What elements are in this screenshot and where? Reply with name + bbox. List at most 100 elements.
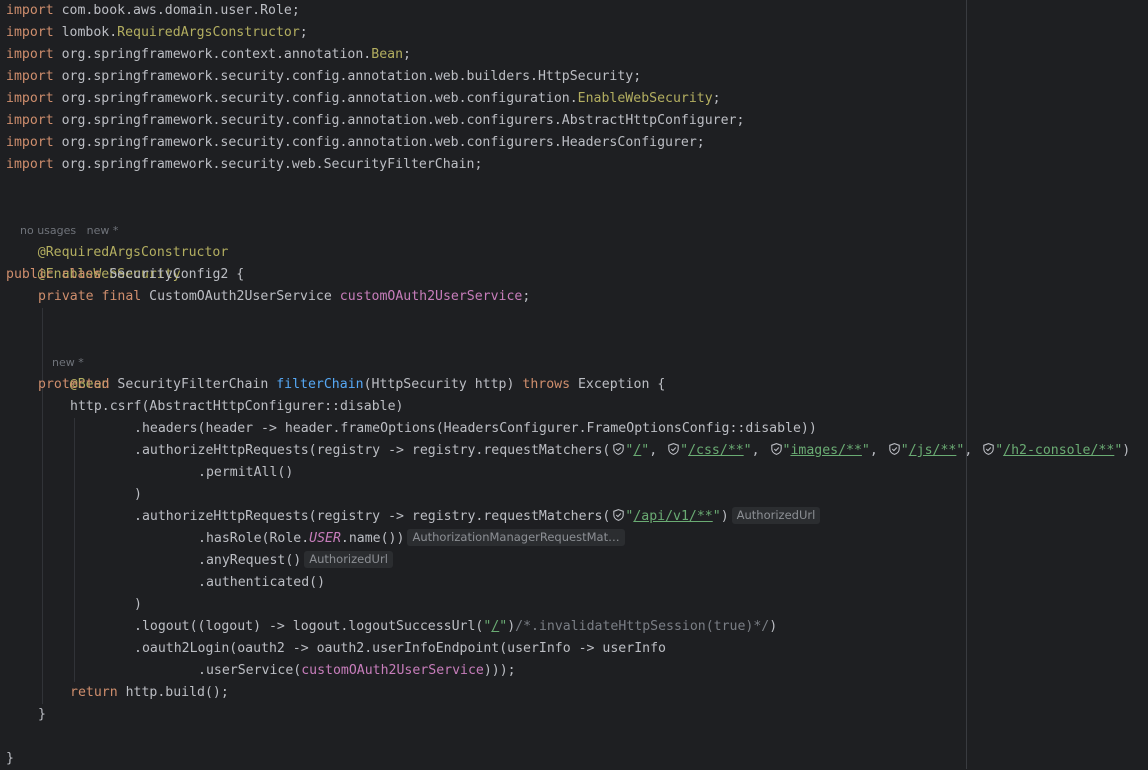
import-package: org.springframework.security.config.anno… bbox=[61, 113, 562, 128]
exception-type: Exception { bbox=[577, 377, 666, 392]
url-pattern[interactable]: /css/** bbox=[688, 443, 744, 458]
method-author-hint[interactable]: new * bbox=[38, 330, 84, 369]
role-constant: USER bbox=[309, 531, 341, 546]
import-package: lombok. bbox=[61, 25, 118, 40]
shield-check-icon[interactable] bbox=[613, 507, 625, 521]
close-paren: ) bbox=[1122, 443, 1131, 458]
code-line: .logout((logout) -> logout.logoutSuccess… bbox=[134, 619, 778, 634]
url-pattern[interactable]: /api/v1/** bbox=[633, 509, 712, 524]
close-paren: ) bbox=[507, 619, 516, 634]
import-keyword: import bbox=[6, 25, 54, 40]
code-line: .oauth2Login(oauth2 -> oauth2.userInfoEn… bbox=[134, 638, 666, 660]
import-class: Role bbox=[260, 3, 292, 18]
type-inlay-hint[interactable]: AuthorizedUrl bbox=[304, 551, 393, 568]
code-line: .permitAll() bbox=[198, 462, 293, 484]
close-paren: ) bbox=[769, 619, 778, 634]
import-class: AbstractHttpConfigurer bbox=[561, 113, 737, 128]
code-line: .authenticated() bbox=[198, 572, 325, 594]
class-usage-hint[interactable]: no usages new * bbox=[6, 198, 118, 237]
close-paren: ) bbox=[720, 509, 729, 524]
close-paren: ) bbox=[134, 597, 142, 612]
authorize-call: .authorizeHttpRequests(registry -> regis… bbox=[134, 509, 611, 524]
method-modifier: protected bbox=[38, 377, 110, 392]
type-inlay-hint[interactable]: AuthorizedUrl bbox=[731, 507, 821, 524]
field-type: CustomOAuth2UserService bbox=[149, 289, 332, 304]
shield-check-icon[interactable] bbox=[983, 441, 994, 455]
user-service-call: .userService( bbox=[198, 663, 302, 678]
import-class: HttpSecurity bbox=[537, 69, 634, 84]
import-line: import org.springframework.security.web.… bbox=[6, 157, 483, 172]
shield-check-icon[interactable] bbox=[770, 441, 782, 455]
import-package: org.springframework.security.config.anno… bbox=[61, 91, 578, 106]
import-keyword: import bbox=[6, 47, 54, 62]
import-line: import org.springframework.security.conf… bbox=[6, 113, 745, 128]
return-expression: http.build(); bbox=[117, 685, 229, 700]
code-line: .anyRequest() AuthorizedUrl bbox=[198, 550, 393, 572]
import-package: org.springframework.security.web. bbox=[61, 157, 324, 172]
block-comment: /*.invalidateHttpSession(true)*/ bbox=[515, 619, 770, 634]
import-class: EnableWebSecurity bbox=[577, 91, 713, 106]
import-keyword: import bbox=[6, 113, 54, 128]
has-role-call: .hasRole(Role. bbox=[198, 531, 310, 546]
indent-guide bbox=[74, 418, 75, 682]
import-keyword: import bbox=[6, 69, 54, 84]
field-reference: customOAuth2UserService bbox=[301, 663, 484, 678]
code-line: .hasRole(Role.USER.name()) AuthorizationM… bbox=[198, 528, 625, 550]
import-class: Bean bbox=[371, 47, 404, 62]
annotation-line: @RequiredArgsConstructor bbox=[6, 220, 229, 260]
import-line: import com.book.aws.domain.user.Role; bbox=[6, 3, 300, 18]
url-pattern[interactable]: images/** bbox=[790, 443, 861, 458]
method-close-brace: } bbox=[38, 707, 46, 722]
import-package: com.book.aws.domain.user. bbox=[61, 3, 261, 18]
class-close-brace: } bbox=[6, 751, 14, 766]
code-line: } bbox=[38, 704, 46, 726]
import-class: HeadersConfigurer bbox=[561, 135, 697, 150]
csrf-call: http.csrf(AbstractHttpConfigurer::disabl… bbox=[70, 399, 404, 414]
right-margin-guide bbox=[966, 0, 967, 769]
oauth2-login-call: .oauth2Login(oauth2 -> oauth2.userInfoEn… bbox=[134, 641, 666, 656]
field-name: customOAuth2UserService bbox=[339, 289, 523, 304]
import-class: SecurityFilterChain bbox=[323, 157, 475, 172]
type-inlay-hint[interactable]: AuthorizationManagerRequestMat… bbox=[407, 529, 625, 546]
import-keyword: import bbox=[6, 135, 54, 150]
code-line: .headers(header -> header.frameOptions(H… bbox=[134, 418, 817, 440]
authenticated-call: .authenticated() bbox=[198, 575, 326, 590]
logout-call: .logout((logout) -> logout.logoutSuccess… bbox=[134, 619, 484, 634]
import-keyword: import bbox=[6, 91, 54, 106]
code-line: .authorizeHttpRequests(registry -> regis… bbox=[134, 506, 821, 528]
shield-check-icon[interactable] bbox=[668, 441, 679, 455]
class-name: SecurityConfig2 { bbox=[109, 267, 245, 282]
code-line: http.csrf(AbstractHttpConfigurer::disabl… bbox=[70, 396, 403, 418]
code-line: } bbox=[6, 748, 14, 770]
throws-keyword: throws bbox=[522, 377, 571, 392]
shield-check-icon[interactable] bbox=[613, 441, 625, 455]
annotation-line: @Bean bbox=[38, 352, 110, 392]
code-editor[interactable]: import com.book.aws.domain.user.Role; imp… bbox=[0, 0, 1148, 769]
annotation-line: @EnableWebSecurity bbox=[6, 242, 181, 282]
method-params: (HttpSecurity http) bbox=[363, 377, 515, 392]
code-line: ) bbox=[134, 484, 142, 506]
import-line: import lombok.RequiredArgsConstructor; bbox=[6, 25, 308, 40]
import-keyword: import bbox=[6, 157, 54, 172]
close-paren: ) bbox=[134, 487, 142, 502]
close-parens: ))); bbox=[483, 663, 516, 678]
url-pattern[interactable]: /h2-console/** bbox=[1003, 443, 1114, 458]
code-line: return http.build(); bbox=[70, 682, 229, 704]
return-type: SecurityFilterChain bbox=[117, 377, 269, 392]
url-pattern[interactable]: /js/** bbox=[909, 443, 957, 458]
method-name: filterChain bbox=[276, 377, 364, 392]
class-keyword: public class bbox=[6, 267, 102, 282]
shield-check-icon[interactable] bbox=[889, 441, 900, 455]
code-line: .userService(customOAuth2UserService))); bbox=[198, 660, 516, 682]
code-line: ) bbox=[134, 594, 142, 616]
import-package: org.springframework.security.config.anno… bbox=[61, 69, 538, 84]
name-call: .name()) bbox=[340, 531, 405, 546]
import-line: import org.springframework.security.conf… bbox=[6, 69, 642, 84]
authorize-call: .authorizeHttpRequests(registry -> regis… bbox=[134, 443, 611, 458]
import-line: import org.springframework.context.annot… bbox=[6, 47, 411, 62]
permit-all-call: .permitAll() bbox=[198, 465, 294, 480]
import-line: import org.springframework.security.conf… bbox=[6, 91, 721, 106]
return-keyword: return bbox=[70, 685, 118, 700]
class-declaration: public class SecurityConfig2 { bbox=[6, 264, 244, 286]
code-line: .authorizeHttpRequests(registry -> regis… bbox=[134, 441, 1131, 458]
